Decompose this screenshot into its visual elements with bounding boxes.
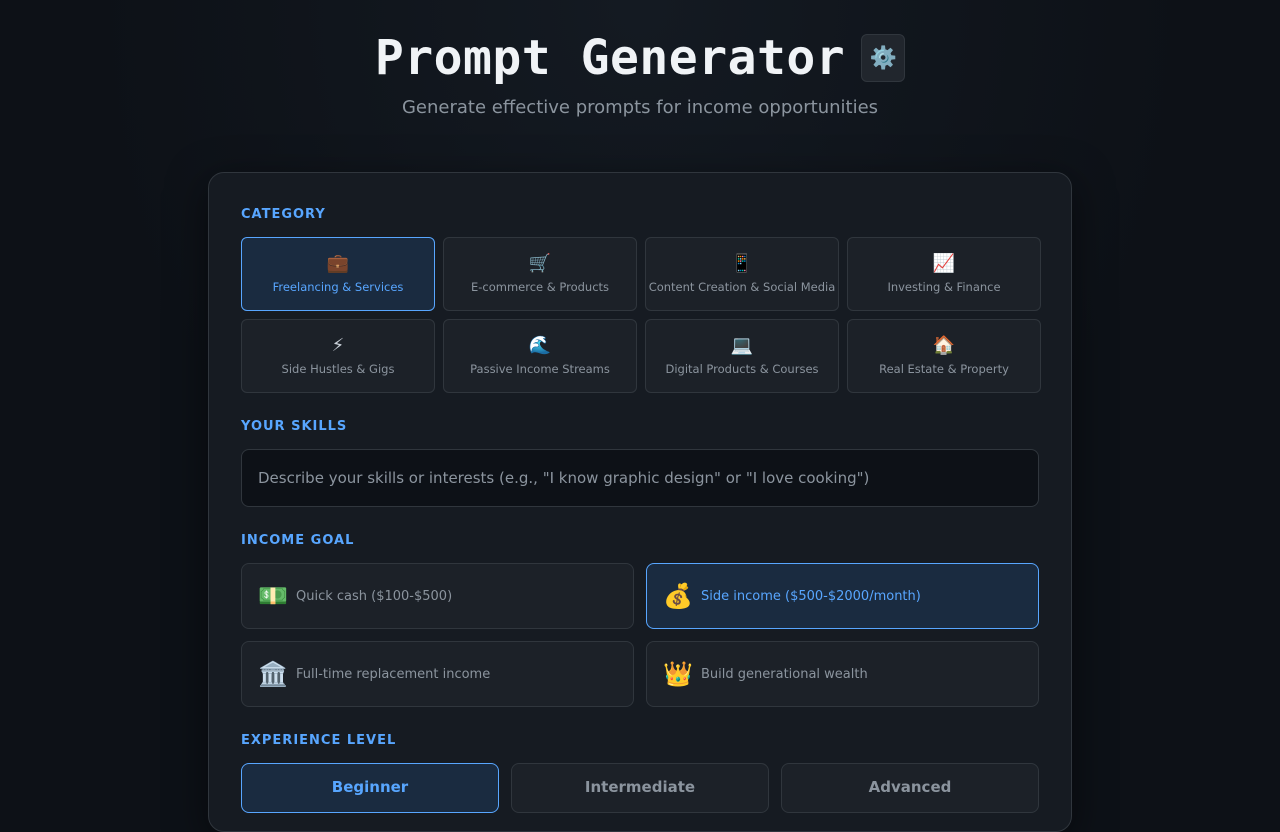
goal-label-text: Build generational wealth [701,666,868,682]
experience-beginner-button[interactable]: Beginner [241,763,499,813]
category-label-text: E-commerce & Products [470,280,610,294]
laptop-icon: 💻 [730,335,754,356]
experience-intermediate-button[interactable]: Intermediate [511,763,769,813]
briefcase-icon: 💼 [326,253,350,274]
generator-form-card: CATEGORY 💼 Freelancing & Services 🛒 E-co… [208,172,1072,832]
category-freelancing[interactable]: 💼 Freelancing & Services [241,237,435,311]
experience-label: EXPERIENCE LEVEL [241,733,397,748]
category-label-text: Investing & Finance [887,280,1001,294]
skills-input[interactable] [241,449,1039,507]
income-goal-label: INCOME GOAL [241,533,355,548]
category-passive-income[interactable]: 🌊 Passive Income Streams [443,319,637,393]
bank-icon: 🏛️ [258,660,288,688]
category-label-text: Digital Products & Courses [665,362,819,376]
page-header: Prompt Generator ⚙️ Generate effective p… [0,0,1280,172]
category-content-creation[interactable]: 📱 Content Creation & Social Media [645,237,839,311]
category-label: CATEGORY [241,207,326,222]
chart-increasing-icon: 📈 [932,253,956,274]
category-label-text: Content Creation & Social Media [648,280,836,294]
goal-full-time[interactable]: 🏛️ Full-time replacement income [241,641,634,707]
dollar-banknote-icon: 💵 [258,582,288,610]
category-label-text: Passive Income Streams [470,362,610,376]
page-title: Prompt Generator [374,30,846,86]
title-row: Prompt Generator ⚙️ [0,30,1280,86]
goal-label-text: Side income ($500-$2000/month) [701,588,921,604]
category-side-hustles[interactable]: ⚡ Side Hustles & Gigs [241,319,435,393]
goal-generational-wealth[interactable]: 👑 Build generational wealth [646,641,1039,707]
gear-icon: ⚙️ [869,45,897,71]
goal-label-text: Quick cash ($100-$500) [296,588,453,604]
goal-quick-cash[interactable]: 💵 Quick cash ($100-$500) [241,563,634,629]
category-label-text: Real Estate & Property [879,362,1009,376]
experience-advanced-button[interactable]: Advanced [781,763,1039,813]
skills-label: YOUR SKILLS [241,419,348,434]
money-bag-icon: 💰 [663,582,693,610]
wave-icon: 🌊 [528,335,552,356]
category-label-text: Side Hustles & Gigs [281,362,395,376]
category-ecommerce[interactable]: 🛒 E-commerce & Products [443,237,637,311]
experience-level-group: Beginner Intermediate Advanced [241,763,1039,813]
category-label-text: Freelancing & Services [272,280,404,294]
crown-icon: 👑 [663,660,693,688]
page-subtitle: Generate effective prompts for income op… [401,97,879,118]
shopping-cart-icon: 🛒 [528,253,552,274]
category-grid: 💼 Freelancing & Services 🛒 E-commerce & … [241,237,1041,393]
lightning-icon: ⚡ [331,335,345,356]
category-investing[interactable]: 📈 Investing & Finance [847,237,1041,311]
category-real-estate[interactable]: 🏠 Real Estate & Property [847,319,1041,393]
income-goal-grid: 💵 Quick cash ($100-$500) 💰 Side income (… [241,563,1039,707]
settings-button[interactable]: ⚙️ [861,34,906,82]
house-icon: 🏠 [932,335,956,356]
goal-label-text: Full-time replacement income [296,666,491,682]
mobile-phone-icon: 📱 [730,253,754,274]
goal-side-income[interactable]: 💰 Side income ($500-$2000/month) [646,563,1039,629]
category-digital-products[interactable]: 💻 Digital Products & Courses [645,319,839,393]
